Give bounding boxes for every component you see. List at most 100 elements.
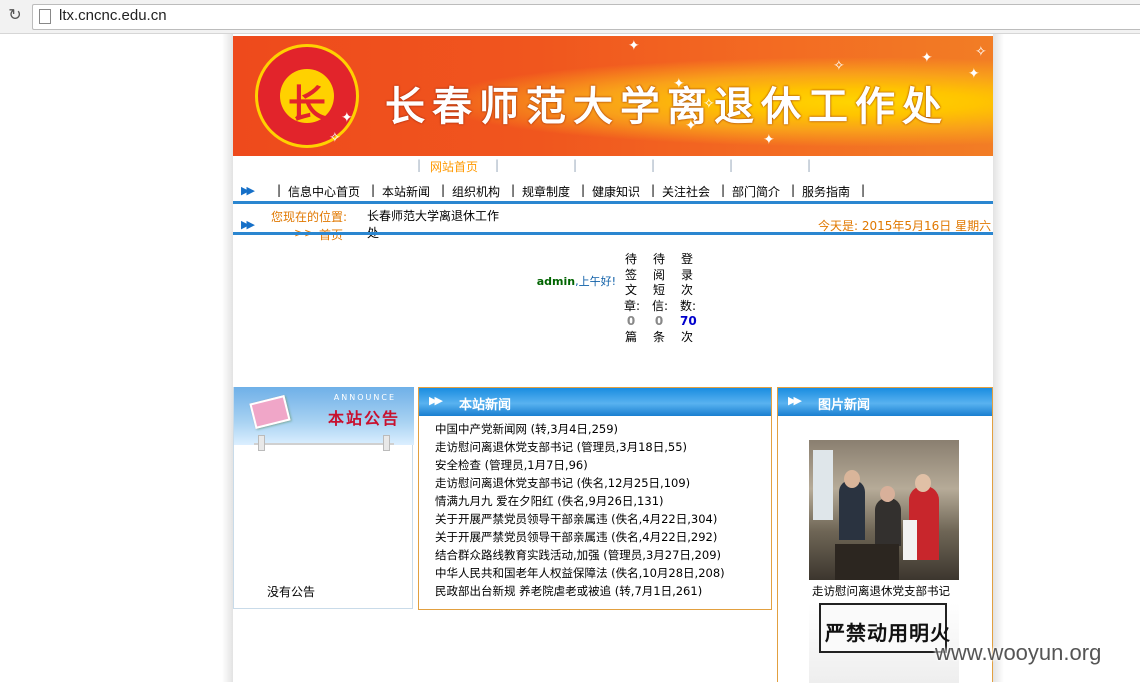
rail-knob — [383, 435, 390, 451]
sparkle-icon: ✦ — [341, 110, 353, 126]
nav-item-department[interactable]: 部门简介 — [732, 183, 780, 200]
news-item[interactable]: 中国中产党新闻网 (转,3月4日,259) — [435, 420, 725, 438]
envelope-icon — [249, 395, 291, 429]
picture-news-title: 图片新闻 — [818, 398, 871, 413]
sparkle-icon: ✧ — [833, 58, 845, 74]
page-shadow-left — [222, 34, 233, 682]
nav-item-service-guide[interactable]: 服务指南 — [802, 183, 850, 200]
separator: | — [277, 183, 282, 197]
sparkle-icon: ✦ — [968, 66, 980, 82]
page-icon — [39, 9, 51, 24]
photo-caption[interactable]: 走访慰问离退休党支部书记 — [812, 583, 950, 599]
separator: | — [511, 183, 516, 197]
nav-item-regulations[interactable]: 规章制度 — [522, 183, 570, 200]
location-site: 长春师范大学离退休工作处 — [367, 209, 500, 240]
separator: | — [807, 158, 812, 172]
nav-item-organization[interactable]: 组织机构 — [452, 183, 500, 200]
stat-value: 0 — [626, 314, 636, 328]
sparkle-icon: ✦ — [628, 38, 640, 54]
double-arrow-icon: ▶▶ — [241, 184, 255, 197]
news-item[interactable]: 中华人民共和国老年人权益保障法 (佚名,10月28日,208) — [435, 564, 725, 582]
announcement-title: 本站公告 — [327, 409, 400, 428]
double-arrow-icon: ▶▶ — [429, 394, 443, 407]
separator: | — [573, 158, 578, 172]
double-arrow-icon: ▶▶ — [788, 394, 802, 407]
news-item[interactable]: 走访慰问离退休党支部书记 (管理员,3月18日,55) — [435, 438, 725, 456]
announcement-en-label: ANNOUNCE — [333, 393, 396, 402]
news-item[interactable]: 情满九月九 爱在夕阳红 (佚名,9月26日,131) — [435, 492, 725, 510]
separator: | — [861, 183, 866, 197]
separator: | — [729, 158, 734, 172]
stat-label: 待阅短信: — [652, 252, 669, 313]
sparkle-icon: ✦ — [921, 50, 933, 66]
sparkle-icon: ✧ — [975, 44, 987, 60]
stat-pending-articles[interactable]: 待签文章: 0 篇 — [624, 252, 641, 345]
scroll-rail — [254, 443, 394, 445]
stat-label: 待签文章: — [624, 252, 641, 313]
stat-unit: 篇 — [624, 329, 637, 344]
news-item[interactable]: 走访慰问离退休党支部书记 (佚名,12月25日,109) — [435, 474, 725, 492]
sparkle-icon: ✦ — [673, 76, 685, 92]
separator: | — [721, 183, 726, 197]
greeting-text: ,上午好! — [575, 275, 616, 288]
separator: | — [791, 183, 796, 197]
address-bar[interactable]: ltx.cncnc.edu.cn — [32, 4, 1140, 30]
news-item[interactable]: 民政部出台新规 养老院虐老或被追 (转,7月1日,261) — [435, 582, 725, 600]
sparkle-icon: ✧ — [329, 130, 341, 146]
nav-item-society[interactable]: 关注社会 — [662, 183, 710, 200]
home-link[interactable]: 网站首页 — [430, 158, 478, 175]
double-arrow-icon: ▶▶ — [241, 218, 255, 231]
site-news-panel: ▶▶ 本站新闻 中国中产党新闻网 (转,3月4日,259) 走访慰问离退休党支部… — [418, 387, 772, 610]
url-text: ltx.cncnc.edu.cn — [59, 7, 167, 24]
logo-mark: 长 — [287, 81, 326, 126]
no-announcement-text: 没有公告 — [267, 585, 316, 599]
news-photo-visit[interactable] — [809, 440, 959, 580]
separator: | — [651, 158, 656, 172]
news-item[interactable]: 安全检查 (管理员,1月7日,96) — [435, 456, 725, 474]
stat-login-count: 登录次数: 70 次 — [680, 252, 697, 345]
sparkle-icon: ✦ — [763, 132, 775, 148]
nav-rule — [233, 201, 993, 204]
sparkle-icon: ✧ — [703, 96, 715, 112]
main-nav: ▶▶ | 信息中心首页 | 本站新闻 | 组织机构 | 规章制度 | 健康知识 … — [233, 181, 993, 201]
banner-title: 长春师范大学离退休工作处 — [385, 83, 949, 130]
sign-text: 严禁动用明火 — [825, 621, 951, 645]
nav-item-health[interactable]: 健康知识 — [592, 183, 640, 200]
news-list: 中国中产党新闻网 (转,3月4日,259) 走访慰问离退休党支部书记 (管理员,… — [435, 420, 725, 600]
rail-knob — [258, 435, 265, 451]
stat-unread-messages[interactable]: 待阅短信: 0 条 — [652, 252, 669, 345]
user-greeting: admin,上午好! — [528, 274, 616, 289]
announcement-box: ANNOUNCE 本站公告 没有公告 — [233, 387, 414, 609]
news-item[interactable]: 关于开展严禁党员领导干部亲属违 (佚名,4月22日,292) — [435, 528, 725, 546]
stat-value: 70 — [680, 314, 697, 328]
location-label: 您现在的位置: — [271, 210, 348, 224]
nav-item-info-center[interactable]: 信息中心首页 — [288, 183, 360, 200]
site-news-header: ▶▶ 本站新闻 — [419, 388, 771, 416]
news-item[interactable]: 结合群众路线教育实践活动,加强 (管理员,3月27日,209) — [435, 546, 725, 564]
stat-value: 0 — [654, 314, 664, 328]
browser-toolbar: ↻ ltx.cncnc.edu.cn — [0, 0, 1140, 34]
separator: | — [371, 183, 376, 197]
site-news-title: 本站新闻 — [459, 398, 512, 413]
watermark: www.wooyun.org — [935, 640, 1102, 665]
separator: | — [651, 183, 656, 197]
stat-unit: 次 — [680, 329, 693, 344]
page-shadow-right — [993, 34, 1004, 682]
picture-news-panel: ▶▶ 图片新闻 走访慰问离退休党支部书记 严禁动用明火 — [777, 387, 993, 683]
reload-icon[interactable]: ↻ — [6, 6, 24, 24]
sparkle-icon: ✦ — [685, 118, 697, 134]
separator: | — [581, 183, 586, 197]
separator: | — [417, 158, 422, 172]
news-item[interactable]: 关于开展严禁党员领导干部亲属违 (佚名,4月22日,304) — [435, 510, 725, 528]
nav-item-site-news[interactable]: 本站新闻 — [382, 183, 430, 200]
location-rule — [233, 232, 993, 235]
user-name: admin — [536, 275, 576, 288]
separator: | — [441, 183, 446, 197]
separator: | — [495, 158, 500, 172]
top-links: | 网站首页 | | | | | — [233, 158, 993, 176]
picture-news-header: ▶▶ 图片新闻 — [778, 388, 992, 416]
site-banner: 长 长春师范大学离退休工作处 ✦ ✦ ✦ ✧ ✦ ✧ ✦ ✦ ✧ ✦ ✧ — [233, 36, 993, 156]
stat-label: 登录次数: — [680, 252, 697, 313]
university-logo: 长 — [255, 44, 359, 148]
stat-unit: 条 — [652, 329, 665, 344]
